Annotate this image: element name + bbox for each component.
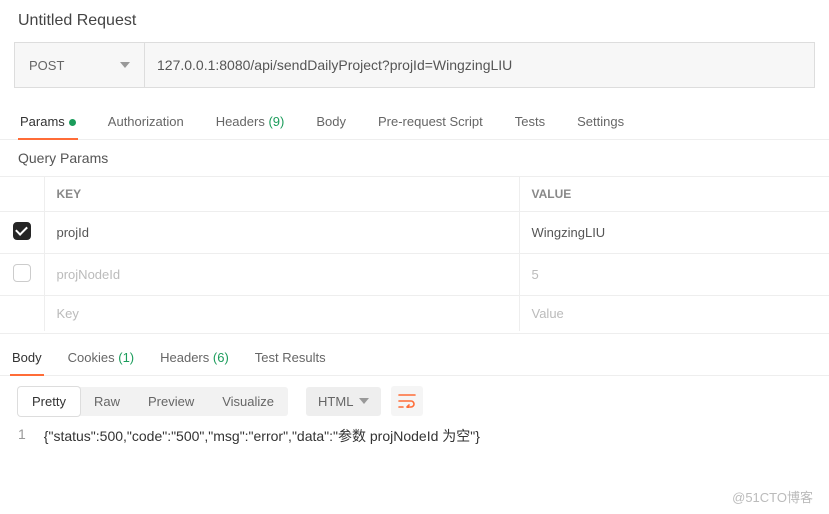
table-header: KEY VALUE xyxy=(0,177,829,212)
chevron-down-icon xyxy=(359,398,369,404)
rtab-test-results[interactable]: Test Results xyxy=(253,340,328,375)
wrap-icon xyxy=(398,394,416,408)
col-key: KEY xyxy=(44,177,519,212)
row-checkbox[interactable] xyxy=(13,264,31,282)
view-mode-segment: Pretty Raw Preview Visualize xyxy=(18,387,288,416)
tab-prerequest[interactable]: Pre-request Script xyxy=(376,104,485,139)
table-row[interactable]: projNodeId 5 xyxy=(0,254,829,296)
table-row[interactable]: projId WingzingLIU xyxy=(0,212,829,254)
table-row-empty[interactable]: Key Value xyxy=(0,296,829,332)
tab-headers[interactable]: Headers (9) xyxy=(214,104,287,139)
rtab-headers[interactable]: Headers (6) xyxy=(158,340,231,375)
view-pretty[interactable]: Pretty xyxy=(18,387,80,416)
line-number: 1 xyxy=(18,426,44,446)
http-method-select[interactable]: POST xyxy=(15,43,145,87)
rtab-body[interactable]: Body xyxy=(10,340,44,375)
http-method-label: POST xyxy=(29,58,120,73)
row-checkbox[interactable] xyxy=(13,222,31,240)
response-body[interactable]: 1 {"status":500,"code":"500","msg":"erro… xyxy=(0,426,829,488)
cookies-count: (1) xyxy=(118,350,134,365)
response-view-bar: Pretty Raw Preview Visualize HTML xyxy=(0,376,829,426)
tab-authorization[interactable]: Authorization xyxy=(106,104,186,139)
url-input[interactable] xyxy=(145,43,814,87)
watermark-text: @51CTO博客 xyxy=(732,487,813,506)
request-title: Untitled Request xyxy=(0,0,829,42)
view-preview[interactable]: Preview xyxy=(134,387,208,416)
query-params-table: KEY VALUE projId WingzingLIU projNodeId … xyxy=(0,176,829,331)
rtab-cookies[interactable]: Cookies (1) xyxy=(66,340,136,375)
tab-body[interactable]: Body xyxy=(314,104,348,139)
tab-settings[interactable]: Settings xyxy=(575,104,626,139)
tab-tests[interactable]: Tests xyxy=(513,104,547,139)
resp-headers-count: (6) xyxy=(213,350,229,365)
format-select[interactable]: HTML xyxy=(306,387,381,416)
param-key[interactable]: projNodeId xyxy=(44,254,519,296)
url-bar: POST xyxy=(14,42,815,88)
request-tabs: Params Authorization Headers (9) Body Pr… xyxy=(0,104,829,140)
response-text: {"status":500,"code":"500","msg":"error"… xyxy=(44,426,480,446)
view-visualize[interactable]: Visualize xyxy=(208,387,288,416)
param-value[interactable]: WingzingLIU xyxy=(519,212,829,254)
wrap-lines-button[interactable] xyxy=(391,386,423,416)
param-key-placeholder[interactable]: Key xyxy=(44,296,519,332)
headers-count: (9) xyxy=(268,114,284,129)
query-params-heading: Query Params xyxy=(0,140,829,176)
view-raw[interactable]: Raw xyxy=(80,387,134,416)
param-value[interactable]: 5 xyxy=(519,254,829,296)
tab-params[interactable]: Params xyxy=(18,104,78,139)
col-value: VALUE xyxy=(519,177,829,212)
status-dot-icon xyxy=(69,119,76,126)
response-tabs: Body Cookies (1) Headers (6) Test Result… xyxy=(0,340,829,376)
param-key[interactable]: projId xyxy=(44,212,519,254)
param-value-placeholder[interactable]: Value xyxy=(519,296,829,332)
chevron-down-icon xyxy=(120,62,130,68)
